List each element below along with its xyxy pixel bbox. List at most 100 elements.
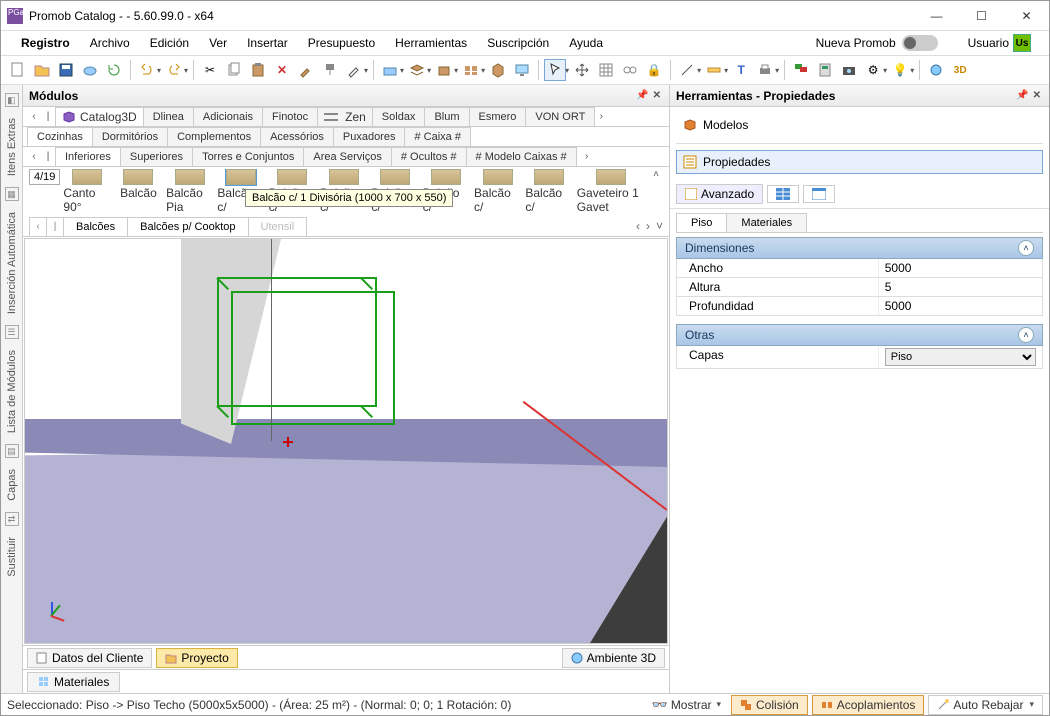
text-icon[interactable]: T: [730, 59, 752, 81]
lock-icon[interactable]: 🔒: [643, 59, 665, 81]
menu-ver[interactable]: Ver: [199, 33, 237, 53]
tab-datos-cliente[interactable]: Datos del Cliente: [27, 648, 152, 668]
brush-icon[interactable]: [295, 59, 317, 81]
gear-icon[interactable]: ⚙: [862, 59, 884, 81]
render-icon[interactable]: [925, 59, 947, 81]
menu-insertar[interactable]: Insertar: [237, 33, 298, 53]
cut-icon[interactable]: ✂: [199, 59, 221, 81]
pt-piso[interactable]: Piso: [676, 213, 727, 232]
shelf-down[interactable]: ˅: [656, 219, 663, 233]
stack-icon[interactable]: [460, 59, 482, 81]
open-icon[interactable]: [31, 59, 53, 81]
print-icon[interactable]: [754, 59, 776, 81]
delete-icon[interactable]: ✕: [271, 59, 293, 81]
copy-icon[interactable]: [223, 59, 245, 81]
usuario-block[interactable]: Usuario Us: [968, 34, 1031, 52]
switch-icon[interactable]: [902, 35, 938, 51]
tab-blum[interactable]: Blum: [424, 107, 469, 126]
measure-icon[interactable]: [703, 59, 725, 81]
right-close-icon[interactable]: ✕: [1033, 90, 1041, 101]
capas-select[interactable]: Piso: [885, 348, 1036, 366]
nueva-promob-toggle[interactable]: Nueva Promob: [816, 35, 938, 51]
left-tab-sustituir[interactable]: Sustituir: [3, 530, 21, 584]
left-box-4[interactable]: ▤: [5, 444, 19, 458]
monitor-icon[interactable]: [511, 59, 533, 81]
subtab-balcoes[interactable]: Balcões: [63, 217, 128, 236]
new-file-icon[interactable]: [7, 59, 29, 81]
shelf-item-8[interactable]: Balcão c/: [474, 169, 521, 214]
shelf-item-10[interactable]: Gaveteiro 1 Gavet: [577, 169, 646, 214]
tab-inferiores[interactable]: Inferiores: [55, 147, 121, 166]
tab-area[interactable]: Area Serviços: [303, 147, 391, 166]
3d-icon[interactable]: 3D: [949, 59, 971, 81]
shelf-item-2[interactable]: Balcão Pia: [166, 169, 213, 214]
tab-dormitorios[interactable]: Dormitórios: [92, 127, 168, 146]
menu-herramientas[interactable]: Herramientas: [385, 33, 477, 53]
tab-puxadores[interactable]: Puxadores: [333, 127, 406, 146]
tab-esmero[interactable]: Esmero: [469, 107, 527, 126]
tab-caixa[interactable]: # Caixa #: [404, 127, 470, 146]
menu-registro[interactable]: Registro: [11, 33, 80, 53]
collapse-icon[interactable]: ˄: [1018, 327, 1034, 343]
undo-icon[interactable]: [136, 59, 158, 81]
move-icon[interactable]: [571, 59, 593, 81]
shelf-up[interactable]: ˄: [649, 169, 663, 180]
rp-view1-btn[interactable]: [767, 185, 799, 203]
prop-val[interactable]: 5000: [878, 297, 1042, 315]
menu-presupuesto[interactable]: Presupuesto: [298, 33, 385, 53]
rp-propiedades[interactable]: Propiedades: [676, 150, 1043, 174]
prop-val[interactable]: 5000: [878, 259, 1042, 277]
close-panel-icon[interactable]: ✕: [653, 90, 661, 101]
subtab-utensil[interactable]: Utensil: [248, 217, 308, 236]
row3-right[interactable]: ›: [580, 151, 594, 162]
left-box-2[interactable]: ▦: [5, 187, 19, 201]
cursor-icon[interactable]: [544, 59, 566, 81]
tab-dlinea[interactable]: Dlinea: [143, 107, 194, 126]
package-icon[interactable]: [487, 59, 509, 81]
acoplamientos-btn[interactable]: Acoplamientos: [812, 695, 925, 715]
calc-icon[interactable]: [814, 59, 836, 81]
tab-torres[interactable]: Torres e Conjuntos: [192, 147, 304, 166]
rp-avanzado-btn[interactable]: Avanzado: [676, 184, 763, 204]
tab-vonort[interactable]: VON ORT: [525, 107, 595, 126]
maximize-button[interactable]: ☐: [959, 1, 1004, 31]
row4-left[interactable]: ‹: [29, 217, 47, 236]
tab-ocultos[interactable]: # Ocultos #: [391, 147, 467, 166]
collapse-icon[interactable]: ˄: [1018, 240, 1034, 256]
left-box-3[interactable]: ☰: [5, 325, 19, 339]
left-tab-insercion[interactable]: Inserción Automática: [3, 205, 21, 321]
row4-right[interactable]: ›: [646, 219, 650, 233]
left-box-5[interactable]: ⇄: [5, 512, 19, 526]
grid-icon[interactable]: [595, 59, 617, 81]
paint-icon[interactable]: [319, 59, 341, 81]
dropper-icon[interactable]: [343, 59, 365, 81]
group-otras-header[interactable]: Otras ˄: [676, 324, 1043, 346]
rp-view2-btn[interactable]: [803, 185, 835, 203]
mostrar-btn[interactable]: 👓 Mostrar ▾: [652, 697, 721, 713]
flag-icon[interactable]: [790, 59, 812, 81]
auto-rebajar-btn[interactable]: Auto Rebajar ▾: [928, 695, 1043, 715]
snap-icon[interactable]: [619, 59, 641, 81]
pin-icon[interactable]: 📌: [636, 90, 648, 101]
tab-ambiente-3d[interactable]: Ambiente 3D: [562, 648, 665, 668]
tab-soldax[interactable]: Soldax: [372, 107, 426, 126]
left-tab-lista[interactable]: Lista de Módulos: [3, 343, 21, 440]
prop-val[interactable]: Piso: [878, 346, 1042, 368]
rp-modelos[interactable]: Modelos: [676, 113, 1043, 137]
refresh-icon[interactable]: [103, 59, 125, 81]
row4-left2[interactable]: ‹: [636, 219, 640, 233]
tab-zen[interactable]: Zen: [317, 107, 373, 126]
tab-superiores[interactable]: Superiores: [120, 147, 193, 166]
group-dim-header[interactable]: Dimensiones ˄: [676, 237, 1043, 259]
tab-acessorios[interactable]: Acessórios: [260, 127, 334, 146]
row3-left[interactable]: ‹: [27, 151, 41, 162]
colision-btn[interactable]: Colisión: [731, 695, 808, 715]
viewport-3d[interactable]: [24, 238, 668, 644]
shelf-item-0[interactable]: Canto 90°: [63, 169, 110, 214]
group1-icon[interactable]: [379, 59, 401, 81]
line-icon[interactable]: [676, 59, 698, 81]
tab-proyecto[interactable]: Proyecto: [156, 648, 237, 668]
tab-materiales-bottom[interactable]: Materiales: [27, 672, 120, 692]
tab-cozinhas[interactable]: Cozinhas: [27, 127, 93, 146]
prop-val[interactable]: 5: [878, 278, 1042, 296]
